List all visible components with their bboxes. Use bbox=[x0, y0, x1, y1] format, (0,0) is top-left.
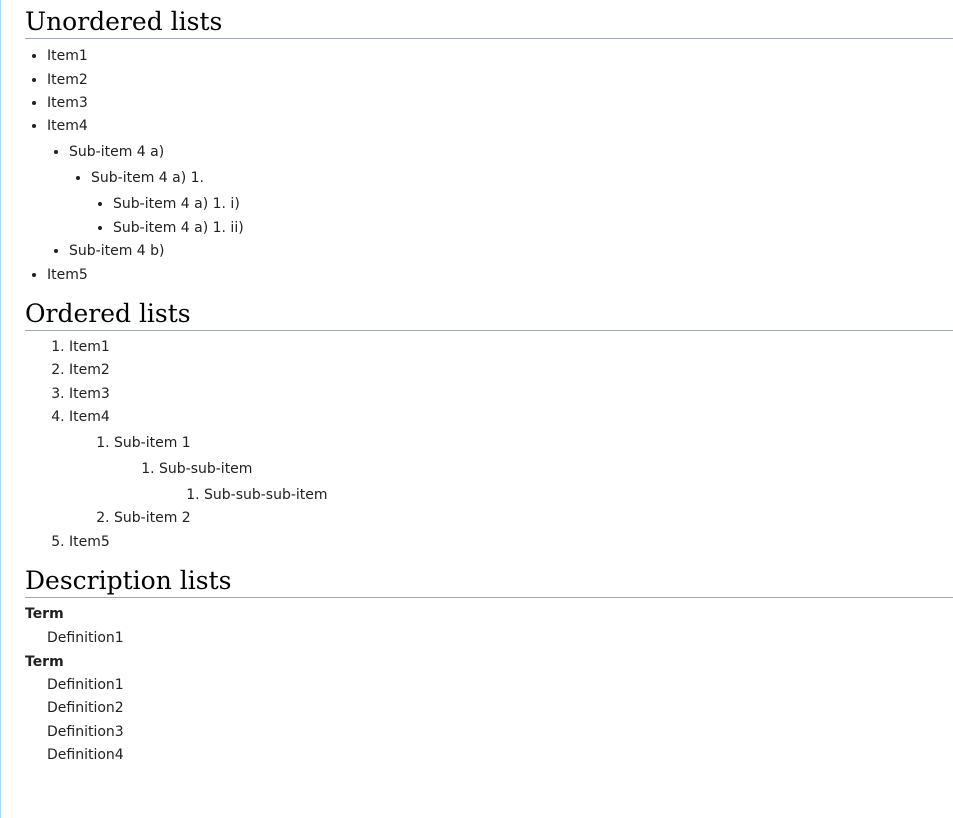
list-item: Item1 bbox=[47, 47, 953, 66]
description-definition: Definition1 bbox=[47, 629, 124, 646]
list-item: Sub-sub-sub-item bbox=[204, 486, 953, 505]
sub-sub-list: Sub-sub-item Sub-sub-sub-item bbox=[114, 460, 953, 505]
list-item: Item5 bbox=[47, 266, 953, 285]
list-item: Sub-sub-item Sub-sub-sub-item bbox=[159, 460, 953, 505]
sub-sub-list: Sub-item 4 a) 1. Sub-item 4 a) 1. i) Sub… bbox=[69, 169, 953, 237]
description-definition: Definition3 bbox=[47, 723, 124, 740]
description-definition: Definition2 bbox=[47, 700, 124, 717]
sub-sub-sub-list: Sub-item 4 a) 1. i) Sub-item 4 a) 1. ii) bbox=[91, 195, 953, 237]
list-item-label: Item4 bbox=[69, 409, 110, 426]
description-term: Term bbox=[25, 606, 64, 623]
list-item: Item2 bbox=[47, 71, 953, 90]
description-definition: Definition4 bbox=[47, 747, 124, 764]
list-item: Sub-item 4 a) Sub-item 4 a) 1. Sub-item … bbox=[69, 143, 953, 237]
ordered-list: Item1 Item2 Item3 Item4 Sub-item 1 Sub-s… bbox=[25, 338, 953, 552]
description-term: Term bbox=[25, 653, 64, 670]
heading-ordered-lists: Ordered lists bbox=[25, 298, 953, 331]
page-left-border bbox=[0, 0, 1, 818]
unordered-list: Item1 Item2 Item3 Item4 Sub-item 4 a) Su… bbox=[25, 47, 953, 284]
list-item: Sub-item 4 b) bbox=[69, 242, 953, 261]
list-item: Item3 bbox=[69, 385, 953, 404]
list-item-label: Sub-item 4 a) bbox=[69, 144, 165, 161]
list-item: Sub-item 1 Sub-sub-item Sub-sub-sub-item bbox=[114, 434, 953, 505]
sub-list: Sub-item 4 a) Sub-item 4 a) 1. Sub-item … bbox=[47, 143, 953, 261]
list-item: Sub-item 4 a) 1. ii) bbox=[113, 219, 953, 238]
list-item: Sub-item 2 bbox=[114, 509, 953, 528]
list-item-label: Item4 bbox=[47, 118, 88, 135]
list-item: Item4 Sub-item 1 Sub-sub-item Sub-sub-su… bbox=[69, 408, 953, 528]
list-item-label: Sub-sub-item bbox=[159, 461, 253, 478]
list-item: Item3 bbox=[47, 94, 953, 113]
heading-unordered-lists: Unordered lists bbox=[25, 6, 953, 40]
description-definition: Definition1 bbox=[47, 677, 124, 694]
sub-list: Sub-item 1 Sub-sub-item Sub-sub-sub-item… bbox=[69, 434, 953, 528]
list-item: Item4 Sub-item 4 a) Sub-item 4 a) 1. Sub… bbox=[47, 117, 953, 261]
description-list: Term Definition1 Term Definition1 Defini… bbox=[25, 605, 953, 765]
list-item: Item1 bbox=[69, 338, 953, 357]
list-item: Sub-item 4 a) 1. i) bbox=[113, 195, 953, 214]
list-item: Item2 bbox=[69, 361, 953, 380]
heading-description-lists: Description lists bbox=[25, 565, 953, 599]
article-content: Unordered lists Item1 Item2 Item3 Item4 … bbox=[25, 0, 953, 770]
sub-sub-sub-list: Sub-sub-sub-item bbox=[159, 486, 953, 505]
list-item-label: Sub-item 1 bbox=[114, 435, 191, 452]
list-item-label: Sub-item 4 a) 1. bbox=[91, 170, 204, 187]
list-item: Item5 bbox=[69, 533, 953, 552]
list-item: Sub-item 4 a) 1. Sub-item 4 a) 1. i) Sub… bbox=[91, 169, 953, 237]
